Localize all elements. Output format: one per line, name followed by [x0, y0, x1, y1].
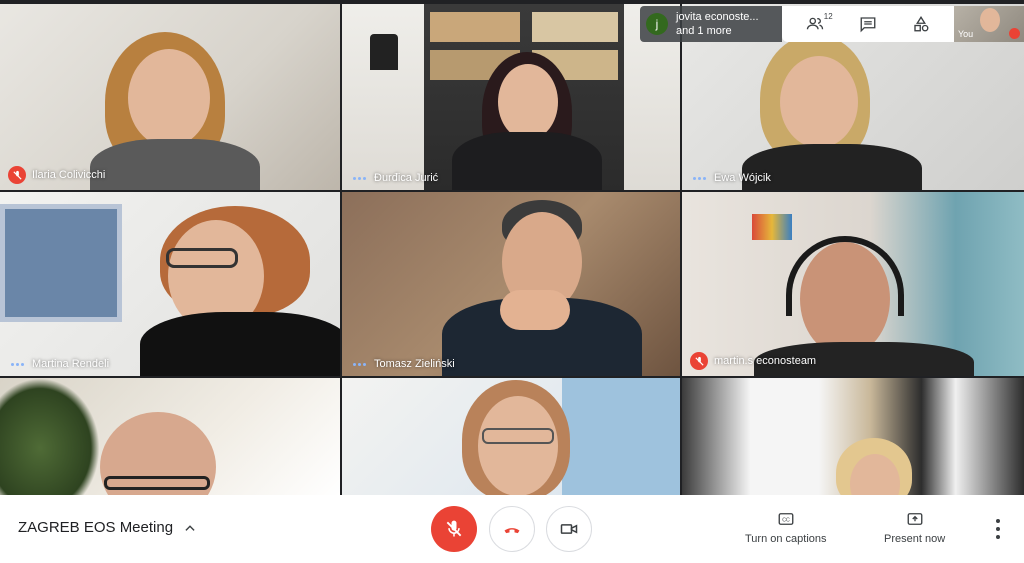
meeting-details-button[interactable]: ZAGREB EOS Meeting [18, 519, 197, 536]
chat-notification-text: jovita econoste... and 1 more [676, 10, 759, 38]
top-toolbar: 12 [782, 6, 954, 42]
hands [500, 290, 570, 330]
person-body [90, 139, 260, 190]
participant-tile[interactable]: martin.s econosteam [682, 192, 1024, 376]
speaking-indicator-icon [350, 362, 368, 366]
more-options-button[interactable] [992, 519, 1004, 539]
participant-name-label: martin.s econosteam [690, 352, 816, 370]
mic-off-icon [8, 166, 26, 184]
participant-name: Ewa Wójcik [714, 172, 771, 184]
participant-name: martin.s econosteam [714, 355, 817, 367]
self-view-tile[interactable]: You [954, 6, 1024, 42]
mic-off-icon [690, 352, 708, 370]
books [430, 12, 520, 42]
participant-name: Ilaria Colivicchi [32, 169, 106, 181]
participant-tile[interactable]: Tomasz Zieliński [342, 192, 680, 376]
video-grid: Ilaria Colivicchi Đurđica Jurić Ewa Wójc… [0, 0, 1024, 495]
participant-tile[interactable] [342, 378, 680, 495]
person-body [452, 132, 602, 190]
participant-tile[interactable]: Ilaria Colivicchi [0, 4, 340, 190]
participant-name: Tomasz Zieliński [374, 358, 455, 370]
participant-tile[interactable]: Martina Rendeli [0, 192, 340, 376]
person-body [140, 312, 340, 376]
wall-picture [752, 214, 792, 240]
mic-off-icon [446, 520, 462, 537]
meeting-title: ZAGREB EOS Meeting [18, 519, 174, 536]
chat-notification[interactable]: j jovita econoste... and 1 more [640, 6, 782, 42]
glasses [166, 248, 238, 268]
glasses [104, 476, 210, 490]
people-count: 12 [823, 12, 833, 21]
books [532, 12, 618, 42]
person-face [980, 8, 1000, 32]
participant-name: Martina Rendeli [32, 358, 110, 370]
person-face [478, 396, 558, 495]
activities-icon [914, 15, 929, 32]
participant-name-label: Đurđica Jurić [350, 172, 438, 184]
speaking-indicator-icon [8, 362, 26, 366]
more-dot [996, 535, 1000, 539]
hang-up-icon [504, 528, 520, 534]
bottom-control-bar: ZAGREB EOS Meeting CC Turn on captions P… [0, 495, 1024, 563]
people-icon [806, 17, 823, 30]
camera-icon [560, 524, 578, 534]
glasses [482, 428, 554, 444]
captions-icon: CC [778, 513, 794, 525]
captions-label: Turn on captions [745, 533, 827, 545]
chevron-up-icon [185, 524, 195, 531]
microphone-toggle-button[interactable] [431, 506, 477, 552]
captions-button[interactable]: CC Turn on captions [745, 510, 827, 545]
plant [0, 378, 100, 495]
participant-tile[interactable]: Đurđica Jurić [342, 4, 680, 190]
chat-more: and 1 more [676, 25, 732, 37]
person-face [128, 49, 210, 147]
person-face [780, 56, 858, 148]
participant-tile[interactable] [0, 378, 340, 495]
present-label: Present now [884, 533, 946, 545]
activities-button[interactable] [909, 12, 933, 36]
chat-sender: jovita econoste... [676, 11, 759, 23]
lamp [370, 34, 398, 70]
participant-name-label: Ewa Wójcik [690, 172, 771, 184]
mic-off-icon [1009, 28, 1020, 39]
leave-call-button[interactable] [489, 506, 535, 552]
participant-name: Đurđica Jurić [374, 172, 439, 184]
person-face [498, 64, 558, 140]
speaking-indicator-icon [690, 176, 708, 180]
participant-tile[interactable] [682, 378, 1024, 495]
headphones [786, 236, 904, 316]
more-dot [996, 519, 1000, 523]
participant-name-label: Ilaria Colivicchi [8, 166, 105, 184]
participant-name-label: Tomasz Zieliński [350, 358, 455, 370]
self-view-label: You [958, 29, 974, 39]
world-map [562, 378, 680, 495]
people-button[interactable]: 12 [803, 12, 833, 36]
chat-icon [860, 17, 876, 33]
chat-avatar: j [646, 13, 668, 35]
wall-painting [0, 204, 122, 322]
present-now-button[interactable]: Present now [884, 510, 945, 545]
participant-name-label: Martina Rendeli [8, 358, 109, 370]
more-dot [996, 527, 1000, 531]
speaking-indicator-icon [350, 176, 368, 180]
camera-toggle-button[interactable] [546, 506, 592, 552]
svg-text:CC: CC [782, 517, 790, 523]
chat-button[interactable] [856, 12, 880, 36]
present-icon [907, 513, 923, 525]
